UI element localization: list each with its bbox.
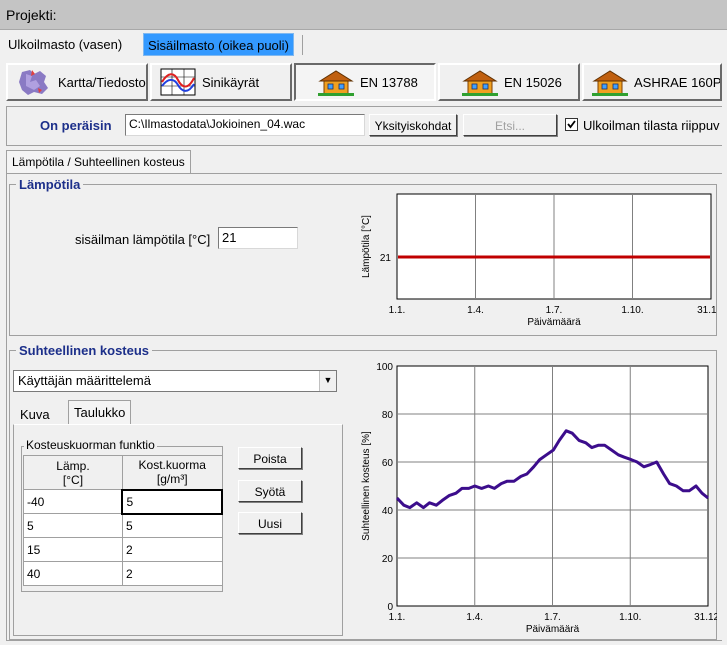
y-tick-label: 20 [382, 554, 394, 565]
table-cell[interactable]: 5 [23, 513, 123, 538]
tab-image[interactable]: Kuva [15, 403, 55, 425]
table-row[interactable]: 15 2 [23, 537, 223, 562]
map-icon [19, 70, 48, 95]
humidity-group-title: Suhteellinen kosteus [16, 343, 153, 358]
y-tick-label: 100 [376, 362, 393, 373]
tab-separator [302, 35, 303, 55]
x-tick-label: 31.12. [694, 612, 717, 623]
y-tick-label: 21 [380, 253, 392, 264]
map-file-label: Kartta/Tiedosto [58, 74, 146, 90]
outdoor-dependency-label: Ulkoilman tilasta riippuv [583, 118, 720, 133]
x-tick-label: 1.1. [389, 612, 406, 623]
search-button: Etsi... [463, 114, 557, 136]
en-15026-label: EN 15026 [504, 74, 562, 90]
sine-curves-icon [160, 68, 196, 96]
table-cell[interactable]: -40 [23, 489, 123, 514]
tab-temperature-humidity[interactable]: Lämpötila / Suhteellinen kosteus [6, 150, 191, 174]
table-header-row: Lämp. [°C] Kost.kuorma [g/m³] [23, 455, 223, 490]
temperature-group-title: Lämpötila [16, 177, 84, 192]
tab-table[interactable]: Taulukko [68, 400, 132, 425]
sine-curves-label: Sinikäyrät [202, 74, 260, 90]
en-13788-label: EN 13788 [360, 74, 418, 90]
y-tick-label: 80 [382, 410, 394, 421]
temperature-chart: 1.1. 1.4. 1.7. 1.10. 31.12. 21 Päivämäärä Lämpö… [361, 193, 717, 328]
tab-indoor-climate[interactable]: Sisäilmasto (oikea puoli) [143, 33, 294, 56]
indoor-temperature-input[interactable]: 21 [218, 227, 298, 249]
moisture-load-group-title: Kosteuskuorman funktio [24, 438, 157, 452]
x-tick-label: 1.10. [619, 612, 641, 623]
chevron-down-icon[interactable]: ▼ [319, 371, 336, 391]
ashrae-160p-button[interactable]: ASHRAE 160P [582, 63, 722, 101]
humidity-mode-select[interactable]: Käyttäjän määrittelemä ▼ [13, 370, 337, 392]
map-file-button[interactable]: Kartta/Tiedosto [6, 63, 148, 101]
y-axis-label: Suhteellinen kosteus [%] [361, 431, 372, 541]
table-cell[interactable]: 5 [121, 513, 223, 538]
house-icon [462, 70, 498, 96]
x-tick-label: 1.7. [546, 305, 563, 316]
details-button[interactable]: Yksityiskohdat [369, 114, 457, 136]
x-tick-label: 1.10. [621, 305, 643, 316]
house-icon [592, 70, 628, 96]
house-icon [318, 70, 354, 96]
source-file-row: On peräisin C:\Ilmastodata\Jokioinen_04.… [6, 106, 722, 146]
table-cell[interactable]: 5 [121, 488, 223, 515]
en-13788-button[interactable]: EN 13788 [294, 63, 436, 101]
x-axis-label: Päivämäärä [526, 624, 580, 635]
outdoor-dependency-checkbox[interactable] [565, 118, 578, 131]
en-15026-button[interactable]: EN 15026 [438, 63, 580, 101]
table-row[interactable]: -40 5 [23, 488, 223, 515]
humidity-mode-value: Käyttäjän määrittelemä [18, 373, 151, 388]
x-tick-label: 1.4. [466, 612, 483, 623]
ashrae-160p-label: ASHRAE 160P [634, 74, 722, 90]
main-panel: Lämpötila sisäilman lämpötila [°C] 21 1.… [6, 173, 722, 641]
tab-outdoor-climate[interactable]: Ulkoilmasto (vasen) [4, 33, 126, 56]
moisture-load-table: Lämp. [°C] Kost.kuorma [g/m³] -40 5 5 5 15… [23, 455, 223, 586]
humidity-chart: 0204060801001.1.1.4.1.7.1.10.31.12.Päivä… [361, 362, 717, 635]
x-tick-label: 1.7. [544, 612, 561, 623]
title-bar: Projekti: [0, 0, 727, 30]
table-cell[interactable]: 2 [121, 537, 223, 562]
x-tick-label: 1.4. [467, 305, 484, 316]
table-row[interactable]: 40 2 [23, 561, 223, 586]
checkmark-icon [567, 120, 576, 129]
source-label: On peräisin [40, 118, 112, 133]
y-tick-label: 60 [382, 458, 394, 469]
y-axis-label: Lämpötila [°C] [361, 215, 372, 278]
table-row[interactable]: 5 5 [23, 513, 223, 538]
indoor-temperature-label: sisäilman lämpötila [°C] [75, 232, 211, 247]
remove-button[interactable]: Poista [238, 447, 302, 469]
source-file-path-input[interactable]: C:\Ilmastodata\Jokioinen_04.wac [125, 114, 365, 136]
table-cell[interactable]: 15 [23, 537, 123, 562]
column-header-moisture-load: Kost.kuorma [g/m³] [121, 455, 223, 490]
sine-curves-button[interactable]: Sinikäyrät [150, 63, 292, 101]
y-tick-label: 40 [382, 506, 394, 517]
window-title: Projekti: [6, 7, 57, 23]
table-cell[interactable]: 2 [121, 561, 223, 586]
x-tick-label: 31.12. [697, 305, 717, 316]
table-cell[interactable]: 40 [23, 561, 123, 586]
column-header-temperature: Lämp. [°C] [23, 455, 123, 490]
x-tick-label: 1.1. [389, 305, 406, 316]
new-button[interactable]: Uusi [238, 512, 302, 534]
x-axis-label: Päivämäärä [527, 317, 581, 328]
view-tabs: Ulkoilmasto (vasen) Sisäilmasto (oikea p… [0, 31, 727, 58]
insert-button[interactable]: Syötä [238, 480, 302, 502]
